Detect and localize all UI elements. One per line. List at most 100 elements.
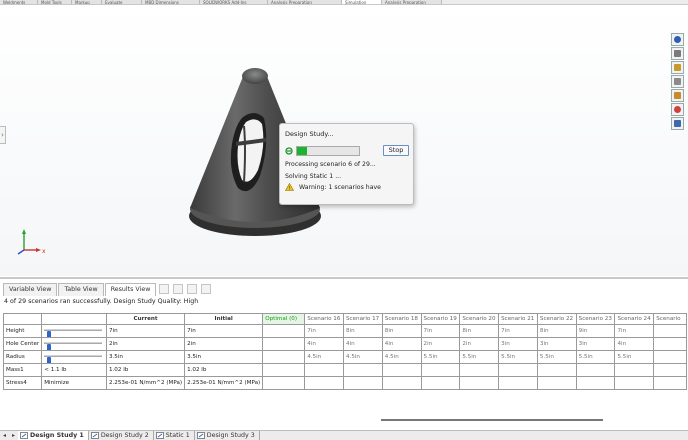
export-icon[interactable] <box>187 284 198 294</box>
warning-icon: ! <box>285 183 294 191</box>
panel-expand-handle[interactable]: › <box>0 126 6 144</box>
study-tab-label: Design Study 2 <box>100 432 149 439</box>
header-initial: Initial <box>184 313 264 325</box>
header-scenario[interactable]: Scenario 18 <box>381 313 422 325</box>
row-scenario-value <box>653 376 687 390</box>
top-tab[interactable]: Weldments <box>0 0 38 4</box>
row-initial: 2.253e-01 N/mm^2 (MPa) <box>184 376 264 390</box>
axis-triad: x <box>17 229 46 255</box>
header-optimal[interactable]: Optimal (0) <box>262 313 306 325</box>
tab-scroll-right-icon[interactable]: ▸ <box>9 431 18 440</box>
list-icon[interactable] <box>671 117 684 130</box>
row-initial: 3.5in <box>184 350 264 364</box>
top-tab[interactable]: Analysis Preparation <box>268 0 342 4</box>
row-optimal <box>262 324 306 338</box>
horizontal-scrollbar[interactable] <box>381 419 603 421</box>
header-scenario[interactable]: Scenario 19 <box>420 313 461 325</box>
tab-scroll-left-icon[interactable]: ◂ <box>0 431 9 440</box>
row-scenario-value <box>459 376 500 390</box>
slider-thumb[interactable] <box>47 357 52 363</box>
gallery-icon[interactable] <box>671 89 684 102</box>
row-name: Stress4 <box>2 376 43 390</box>
row-scenario-value <box>536 363 577 377</box>
row-optimal <box>262 350 306 364</box>
row-scenario-value <box>498 376 538 390</box>
row-setting[interactable]: Minimize <box>41 376 107 390</box>
range-slider[interactable] <box>44 342 102 350</box>
row-current: 1.02 lb <box>105 363 186 377</box>
study-icon <box>196 432 205 439</box>
run-icon[interactable] <box>159 284 170 294</box>
status-solving: Solving Static 1 ... <box>285 173 342 180</box>
row-scenario-value: 5.5in <box>614 350 655 364</box>
row-scenario-value <box>459 363 500 377</box>
add-icon[interactable] <box>173 284 184 294</box>
dialog-title: Design Study... <box>285 130 334 138</box>
top-tab[interactable]: Simulation <box>342 0 382 4</box>
row-scenario-value: 5.5in <box>459 350 500 364</box>
warning-text: Warning: 1 scenarios have <box>299 184 381 191</box>
row-name: Hole Center <box>2 337 43 351</box>
table-row: Radius 3.5in 3.5in 4.5in 4.5in 4.5in 5.5in 5.5i… <box>2 350 687 364</box>
stop-button[interactable]: Stop <box>383 145 409 156</box>
row-slider-cell <box>41 337 107 351</box>
row-optimal <box>262 376 306 390</box>
color-wheel-icon[interactable] <box>671 103 684 116</box>
graphics-area[interactable]: › x Design Study... Stop Processing scen… <box>0 6 688 276</box>
command-manager-tabs: Weldments Mold Tools Markup Evaluate MBD Dim… <box>0 0 688 5</box>
header-scenario[interactable]: Scenario 17 <box>342 313 383 325</box>
header-scenario[interactable]: Scenario 24 <box>614 313 655 325</box>
row-scenario-value: 4.5in <box>304 350 344 364</box>
study-tab[interactable]: Static 1 <box>154 431 195 440</box>
row-scenario-value <box>614 363 655 377</box>
row-scenario-value: 5.5in <box>498 350 538 364</box>
row-scenario-value: 8in <box>381 324 422 338</box>
panel-tab[interactable]: Results View <box>104 283 157 296</box>
row-scenario-value <box>420 363 461 377</box>
row-name: Mass1 <box>2 363 43 377</box>
panel-tab[interactable]: Variable View <box>3 283 58 296</box>
row-current: 3.5in <box>105 350 186 364</box>
row-scenario-value <box>498 363 538 377</box>
top-tab[interactable]: MBD Dimensions <box>142 0 200 4</box>
header-blank <box>2 313 43 325</box>
header-scenario[interactable]: Scenario 16 <box>304 313 344 325</box>
range-slider[interactable] <box>44 329 102 337</box>
row-scenario-value <box>342 376 383 390</box>
status-scenario: Processing scenario 6 of 29... <box>285 161 376 168</box>
top-tab[interactable]: Analysis Preparation <box>382 0 442 4</box>
header-scenario[interactable]: Scenario 22 <box>536 313 577 325</box>
panel-tab[interactable]: Table View <box>58 283 104 296</box>
range-slider[interactable] <box>44 355 102 363</box>
row-scenario-value <box>653 337 687 351</box>
top-tab[interactable]: Mold Tools <box>38 0 72 4</box>
row-scenario-value <box>614 376 655 390</box>
globe-icon[interactable] <box>671 33 684 46</box>
row-scenario-value: 5.5in <box>420 350 461 364</box>
save-icon[interactable] <box>201 284 212 294</box>
header-scenario[interactable]: Scenario 21 <box>498 313 538 325</box>
spinner-icon <box>285 147 293 155</box>
top-tab[interactable]: SOLIDWORKS Add-Ins <box>200 0 268 4</box>
study-tab[interactable]: Design Study 3 <box>195 431 260 440</box>
header-scenario[interactable]: Scenario <box>653 313 687 325</box>
row-current: 7in <box>105 324 186 338</box>
results-table-container: Current Initial Optimal (0) Scenario 16 Scen… <box>2 313 687 390</box>
header-scenario[interactable]: Scenario 20 <box>459 313 500 325</box>
row-slider-cell <box>41 324 107 338</box>
row-name: Height <box>2 324 43 338</box>
progress-fill <box>297 147 307 155</box>
study-tab[interactable]: Design Study 1 <box>18 431 89 440</box>
home-icon[interactable] <box>671 47 684 60</box>
top-tab[interactable]: Evaluate <box>102 0 142 4</box>
row-scenario-value <box>381 363 422 377</box>
header-blank <box>41 313 107 325</box>
row-setting[interactable]: < 1.1 lb <box>41 363 107 377</box>
row-scenario-value <box>304 376 344 390</box>
bookmark-icon[interactable] <box>671 75 684 88</box>
top-tab[interactable]: Markup <box>72 0 102 4</box>
row-initial: 7in <box>184 324 264 338</box>
study-tab[interactable]: Design Study 2 <box>89 431 154 440</box>
folder-icon[interactable] <box>671 61 684 74</box>
header-scenario[interactable]: Scenario 23 <box>575 313 616 325</box>
